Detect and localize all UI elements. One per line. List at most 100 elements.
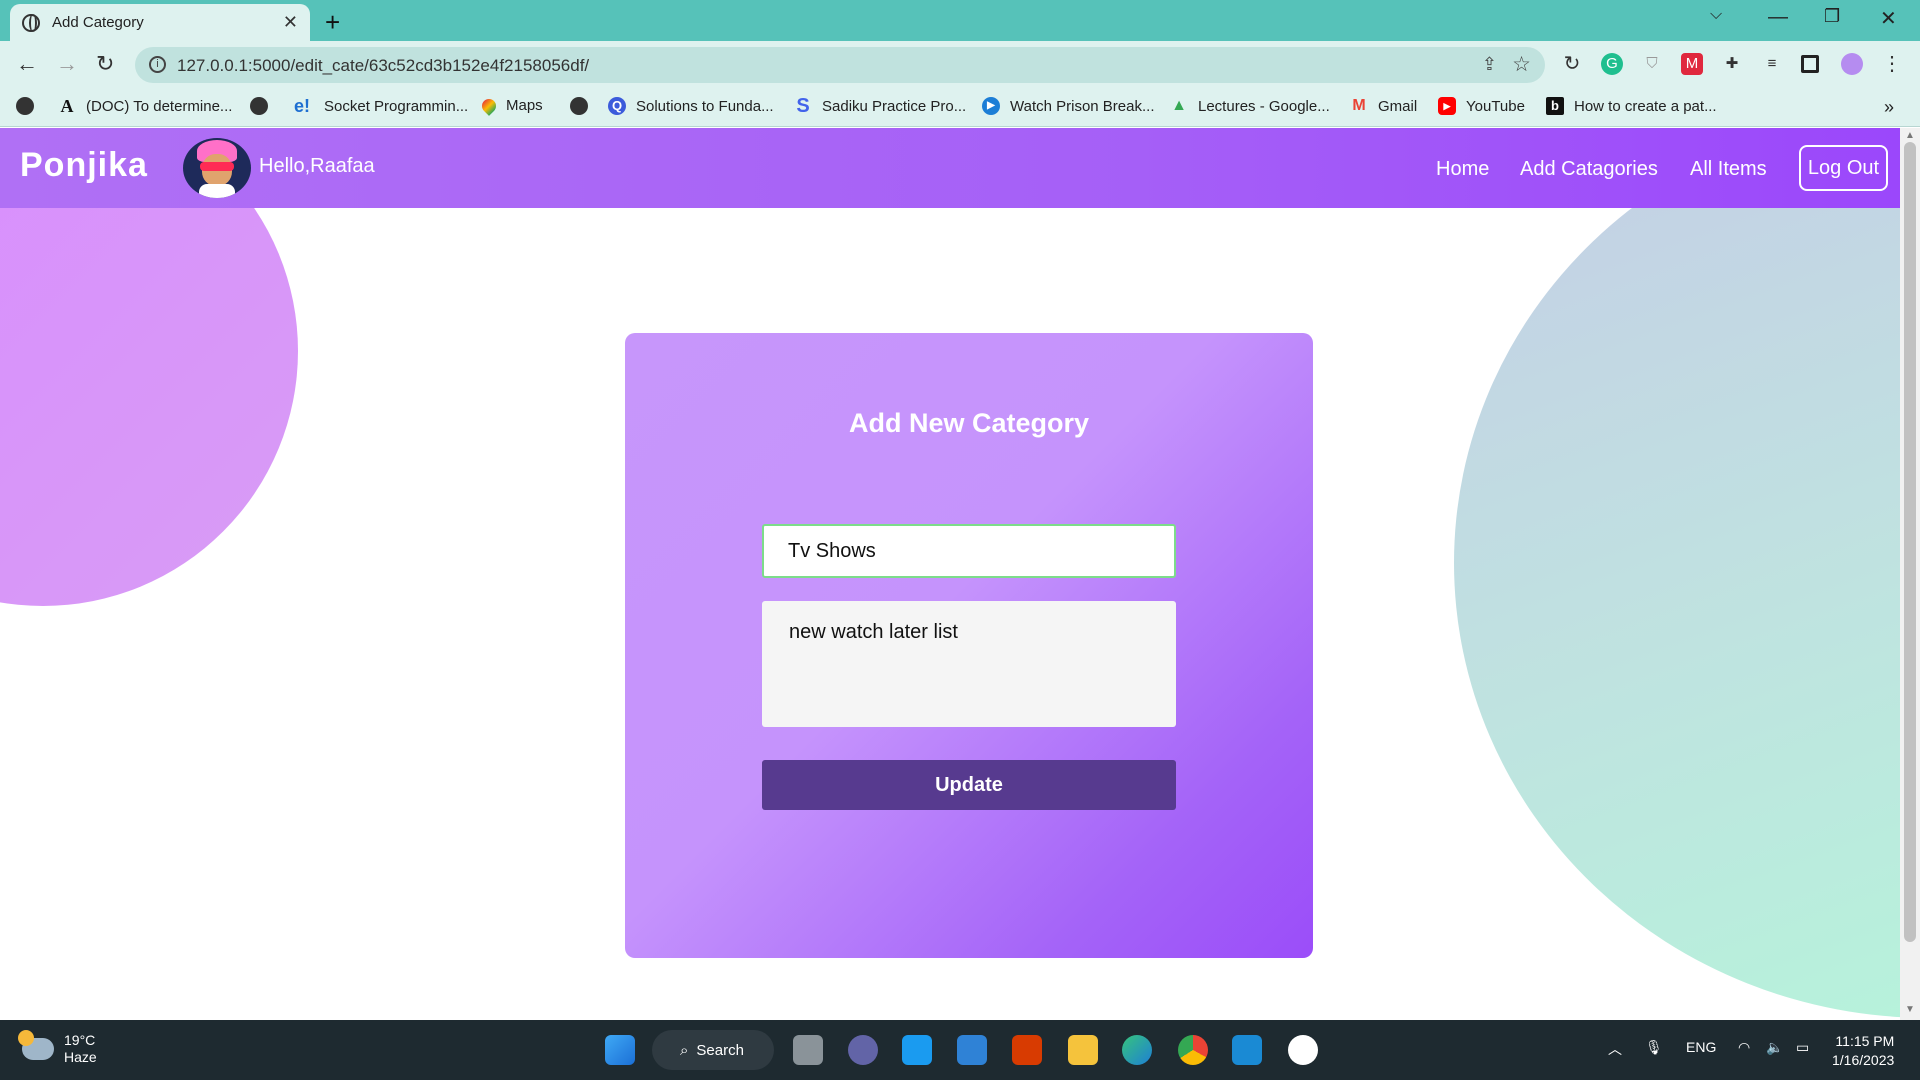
menu-icon[interactable]: ⋮ (1881, 53, 1903, 75)
decorative-circle-right (1454, 128, 1900, 1018)
bookmark-star-icon[interactable]: ☆ (1512, 52, 1531, 77)
weather-temperature: 19°C (64, 1032, 96, 1048)
e-icon: e! (293, 96, 310, 116)
close-window-icon[interactable]: ✕ (1880, 6, 1897, 31)
scroll-up-icon[interactable]: ▲ (1905, 130, 1915, 141)
system-clock[interactable]: 11:15 PM 1/16/2023 (1832, 1032, 1894, 1070)
avatar (183, 138, 251, 198)
edge-icon[interactable] (1122, 1035, 1152, 1065)
bookmark-item[interactable]: ▶ YouTube (1438, 97, 1525, 115)
maps-pin-icon (479, 95, 499, 116)
battery-icon[interactable]: ▭ (1796, 1039, 1809, 1056)
mongodb-compass-icon[interactable] (1288, 1035, 1318, 1065)
taskbar-search-label: Search (696, 1041, 744, 1059)
nav-add-categories-link[interactable]: Add Catagories (1520, 158, 1658, 181)
browser-toolbar: ← → ↻ i 127.0.0.1:5000/edit_cate/63c52cd… (0, 41, 1920, 89)
logout-button[interactable]: Log Out (1799, 145, 1888, 191)
task-view-icon[interactable] (793, 1035, 823, 1065)
url-text[interactable]: 127.0.0.1:5000/edit_cate/63c52cd3b152e4f… (177, 56, 589, 76)
bookmark-item[interactable]: e! Socket Programmin... (290, 97, 468, 115)
bookmark-item[interactable]: M Gmail (1350, 97, 1417, 115)
reload-extension-icon[interactable]: ↻ (1561, 53, 1583, 75)
category-description-textarea[interactable]: new watch later list (762, 601, 1176, 727)
weather-widget[interactable]: 19°C Haze (18, 1030, 97, 1066)
globe-icon[interactable] (250, 97, 278, 115)
q-icon: Q (608, 97, 626, 115)
language-indicator[interactable]: ENG (1686, 1039, 1716, 1055)
share-icon[interactable]: ⇪ (1482, 54, 1497, 75)
site-navbar: Ponjika Hello,Raafaa Home Add Catagories… (0, 128, 1900, 208)
search-icon: ⌕ (680, 1041, 689, 1059)
media-icon[interactable]: ≡ (1761, 53, 1783, 75)
l-app-icon[interactable] (902, 1035, 932, 1065)
nav-all-items-link[interactable]: All Items (1690, 158, 1767, 181)
windows-start-icon[interactable] (605, 1035, 635, 1065)
restore-icon[interactable]: ❐ (1824, 6, 1840, 27)
tab-title: Add Category (52, 14, 144, 31)
volume-icon[interactable]: 🔈 (1766, 1039, 1783, 1056)
b-icon: b (1546, 97, 1564, 115)
bookmarks-bar: A (DOC) To determine... e! Socket Programm… (0, 89, 1920, 127)
bookmark-item[interactable]: S Sadiku Practice Pro... (794, 95, 966, 117)
site-logo[interactable]: Ponjika (20, 146, 148, 185)
tab-search-icon[interactable]: ⌵ (1710, 6, 1722, 24)
web-page: Ponjika Hello,Raafaa Home Add Catagories… (0, 128, 1900, 1020)
shield-icon[interactable]: ⛉ (1641, 53, 1663, 75)
grammarly-icon[interactable]: G (1601, 53, 1623, 75)
form-title: Add New Category (848, 408, 1090, 438)
minimize-icon[interactable]: — (1768, 6, 1788, 29)
category-name-input[interactable]: Tv Shows (762, 524, 1176, 578)
show-hidden-icons[interactable]: ︿ (1608, 1039, 1622, 1059)
bookmark-item[interactable]: ▲ Lectures - Google... (1170, 97, 1330, 115)
new-tab-button[interactable]: + (325, 7, 340, 38)
extension-red-icon[interactable]: M (1681, 53, 1703, 75)
page-scrollbar[interactable]: ▲ ▼ (1900, 128, 1920, 1020)
browser-tab[interactable]: Add Category ✕ (10, 4, 310, 41)
browser-tab-strip: Add Category ✕ + ⌵ — ❐ ✕ (0, 0, 1920, 41)
bookmark-item[interactable]: Maps (479, 95, 543, 116)
more-bookmarks-icon[interactable]: » (1884, 97, 1894, 118)
academia-icon: A (60, 96, 74, 116)
play-icon: ▶ (982, 97, 1000, 115)
category-form-card: Add New Category Tv Shows new watch late… (625, 333, 1313, 958)
reload-icon[interactable]: ↻ (96, 51, 114, 77)
office-icon[interactable] (1012, 1035, 1042, 1065)
bookmark-item[interactable]: b How to create a pat... (1546, 97, 1717, 115)
globe-icon[interactable] (16, 97, 44, 115)
clock-date: 1/16/2023 (1832, 1052, 1895, 1068)
globe-icon[interactable] (570, 97, 598, 115)
bookmark-item[interactable]: ▶ Watch Prison Break... (982, 97, 1155, 115)
profile-icon[interactable] (1841, 53, 1863, 75)
youtube-icon: ▶ (1438, 97, 1456, 115)
microphone-icon[interactable]: 🎙 (1645, 1039, 1663, 1056)
bookmark-item[interactable]: Q Solutions to Funda... (608, 97, 774, 115)
drive-icon: ▲ (1171, 97, 1187, 114)
back-icon[interactable]: ← (16, 51, 38, 77)
clock-time: 11:15 PM (1835, 1033, 1895, 1049)
weather-haze-icon (18, 1030, 54, 1060)
windows-taskbar: 19°C Haze ⌕ Search ︿ 🎙 ENG ◠ 🔈 ▭ 11:15 PM… (0, 1020, 1920, 1080)
side-panel-icon[interactable] (1801, 55, 1819, 73)
file-explorer-icon[interactable] (1068, 1035, 1098, 1065)
chrome-icon[interactable] (1178, 1035, 1208, 1065)
teams-chat-icon[interactable] (848, 1035, 878, 1065)
gmail-icon: M (1352, 97, 1366, 114)
globe-icon (22, 13, 40, 32)
update-button[interactable]: Update (762, 760, 1176, 810)
scrollbar-thumb[interactable] (1904, 142, 1916, 942)
close-tab-icon[interactable]: ✕ (283, 12, 298, 33)
address-bar[interactable]: i 127.0.0.1:5000/edit_cate/63c52cd3b152e… (135, 47, 1545, 83)
nav-home-link[interactable]: Home (1436, 158, 1489, 181)
taskbar-search-button[interactable]: ⌕ Search (652, 1030, 774, 1070)
puzzle-icon[interactable]: ✚ (1721, 53, 1743, 75)
weather-description: Haze (64, 1049, 97, 1065)
wifi-icon[interactable]: ◠ (1738, 1039, 1750, 1056)
mail-icon[interactable] (957, 1035, 987, 1065)
user-greeting: Hello,Raafaa (259, 155, 375, 177)
bookmark-item[interactable]: A (DOC) To determine... (58, 96, 233, 116)
forward-icon[interactable]: → (56, 51, 78, 77)
site-info-icon[interactable]: i (149, 56, 166, 73)
scroll-down-icon[interactable]: ▼ (1905, 1004, 1915, 1015)
vscode-icon[interactable] (1232, 1035, 1262, 1065)
s-icon: S (796, 95, 810, 117)
